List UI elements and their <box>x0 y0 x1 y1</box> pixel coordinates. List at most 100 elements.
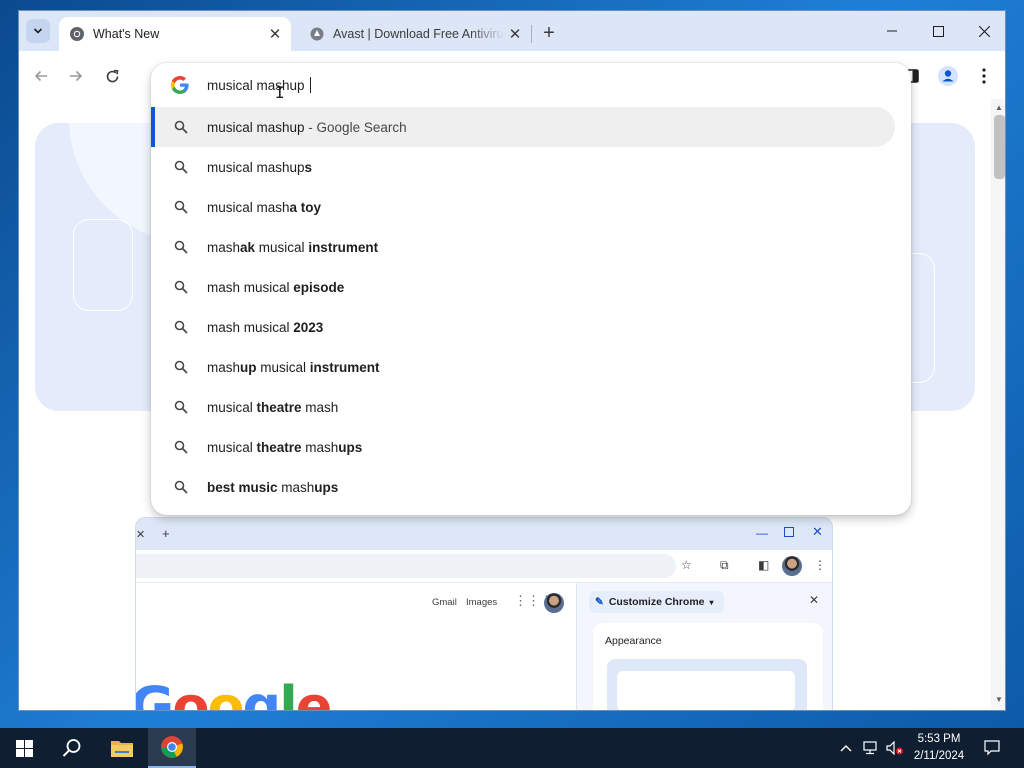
network-icon <box>863 741 877 755</box>
reload-icon <box>106 69 118 82</box>
suggestion-text-part: s <box>304 159 313 175</box>
volume-button[interactable] <box>884 728 906 768</box>
search-icon <box>174 240 188 254</box>
google-g-icon <box>171 76 189 94</box>
vertical-scrollbar[interactable]: ▲ ▼ <box>991 99 1005 710</box>
illustration-ntp: Gmail Images ⋮⋮⋮ Google <box>136 582 576 711</box>
tab-strip: What's New ✕ Avast | Download Free Antiv… <box>19 11 1005 51</box>
network-button[interactable] <box>860 728 882 768</box>
back-button[interactable] <box>28 63 54 89</box>
suggestion-label: mash musical episode <box>207 280 344 295</box>
close-window-button[interactable] <box>961 11 1005 51</box>
suggestion-label: musical masha toy <box>207 200 321 215</box>
close-icon <box>978 25 990 37</box>
reload-button[interactable] <box>99 63 125 89</box>
omnibox-suggestion[interactable]: musical mashup - Google Search <box>151 107 895 147</box>
volume-muted-icon <box>886 741 903 755</box>
suggestion-text-part: - Google Search <box>304 119 407 135</box>
search-icon <box>174 440 188 454</box>
action-center-button[interactable] <box>978 728 1006 768</box>
file-explorer-button[interactable] <box>98 728 146 768</box>
chrome-taskbar-button[interactable] <box>148 728 196 768</box>
suggestion-text-part: 2023 <box>293 319 324 335</box>
search-icon <box>174 280 188 294</box>
tab-whats-new[interactable]: What's New ✕ <box>59 17 291 51</box>
close-tab-icon[interactable]: ✕ <box>505 24 525 44</box>
images-link: Images <box>466 597 498 608</box>
forward-button[interactable] <box>63 63 89 89</box>
omnibox-suggestion[interactable]: musical theatre mashups <box>151 427 911 467</box>
pencil-icon: ✎ <box>595 596 604 608</box>
browser-window: What's New ✕ Avast | Download Free Antiv… <box>18 10 1006 711</box>
menu-button[interactable] <box>971 63 997 89</box>
star-icon: ☆ <box>681 558 692 572</box>
search-icon <box>62 739 81 757</box>
suggestion-label: best music mashups <box>207 480 338 495</box>
address-input[interactable]: musical mashup <box>207 77 312 93</box>
chrome-icon <box>161 736 183 758</box>
chevron-up-icon <box>840 745 852 752</box>
suggestion-text-part: mash <box>277 479 315 495</box>
plus-icon: + <box>543 21 555 44</box>
omnibox-suggestion[interactable]: mash musical episode <box>151 267 911 307</box>
suggestion-text-part: mash <box>207 359 241 375</box>
more-vert-icon <box>982 68 986 84</box>
suggestion-text-part: up <box>240 359 257 375</box>
search-icon <box>174 200 188 214</box>
back-arrow-icon <box>34 70 47 82</box>
suggestion-label: musical theatre mashups <box>207 440 362 455</box>
omnibox-suggestion[interactable]: musical masha toy <box>151 187 911 227</box>
theme-preview <box>607 659 807 710</box>
suggestion-text-part: theatre <box>256 439 302 455</box>
suggestion-label: mashak musical instrument <box>207 240 378 255</box>
side-panel-icon: ◧ <box>758 558 770 572</box>
avast-icon <box>310 27 324 41</box>
tab-avast[interactable]: Avast | Download Free Antivirus ✕ <box>299 17 531 51</box>
suggestion-label: musical theatre mash <box>207 400 338 415</box>
omnibox-suggestion[interactable]: mashup musical instrument <box>151 347 911 387</box>
suggestion-text-part: best music <box>207 479 278 495</box>
omnibox-suggestion[interactable]: best music mashups <box>151 467 911 507</box>
chevron-down-icon <box>33 28 43 34</box>
scroll-thumb[interactable] <box>994 115 1005 179</box>
hero-decoration <box>73 219 133 311</box>
tab-search-button[interactable] <box>26 19 50 43</box>
customize-chrome-chip: ✎ Customize Chrome ▾ <box>589 591 724 613</box>
omnibox-suggestion[interactable]: mash musical 2023 <box>151 307 911 347</box>
suggestion-text-part: musical mashup <box>207 119 305 135</box>
minimize-icon: — <box>756 526 768 540</box>
suggestion-text-part: theatre <box>256 399 302 415</box>
close-tab-icon[interactable]: ✕ <box>265 24 285 44</box>
profile-icon <box>938 66 958 86</box>
illustration-toolbar: ☆ ⧉ ◧ ⋮ <box>136 550 832 582</box>
suggestion-text-part: musical mashup <box>207 159 305 175</box>
appearance-label: Appearance <box>605 635 662 647</box>
start-button[interactable] <box>0 728 48 768</box>
omnibox-suggestion[interactable]: mashak musical instrument <box>151 227 911 267</box>
minimize-button[interactable] <box>869 11 915 51</box>
scroll-down-icon[interactable]: ▼ <box>995 695 1003 704</box>
search-icon <box>174 480 188 494</box>
suggestion-text-part: instrument <box>308 239 379 255</box>
search-icon <box>174 120 188 134</box>
google-logo: Google <box>136 675 332 711</box>
close-icon: ✕ <box>136 529 146 541</box>
omnibox-suggestion[interactable]: musical mashups <box>151 147 911 187</box>
tab-title: Avast | Download Free Antivirus <box>333 27 505 41</box>
forward-arrow-icon <box>70 70 83 82</box>
show-hidden-icons-button[interactable] <box>836 728 856 768</box>
close-icon: ✕ <box>809 593 820 607</box>
omnibox-suggestion[interactable]: musical theatre mash <box>151 387 911 427</box>
address-bar[interactable]: musical mashup I <box>151 63 911 107</box>
suggestion-text-part: musical <box>255 239 309 255</box>
scroll-up-icon[interactable]: ▲ <box>995 103 1003 112</box>
new-tab-button[interactable]: + <box>537 21 561 45</box>
text-caret <box>310 77 312 93</box>
tab-title: What's New <box>93 27 160 41</box>
suggestion-label: musical mashup - Google Search <box>207 120 407 135</box>
suggestion-text-part: musical mash <box>207 199 290 215</box>
system-clock[interactable]: 5:53 PM 2/11/2024 <box>906 731 972 765</box>
maximize-button[interactable] <box>915 11 961 51</box>
profile-button[interactable] <box>935 63 961 89</box>
search-button[interactable] <box>48 728 96 768</box>
